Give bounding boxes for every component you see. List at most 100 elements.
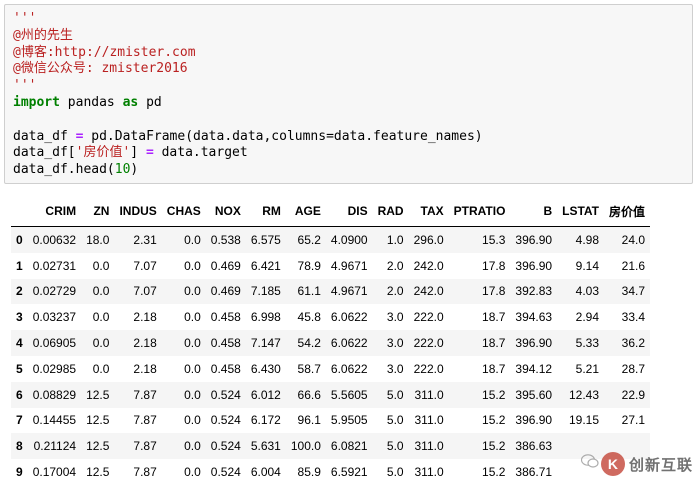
table-cell: 12.43 xyxy=(568,387,599,402)
table-cell: 27.1 xyxy=(621,413,646,428)
table-cell: 24.0 xyxy=(621,232,646,247)
table-cell: 5.0 xyxy=(386,413,404,428)
table-cell: 18.7 xyxy=(482,361,506,376)
code-line-head: data_df.head(10) xyxy=(13,162,692,179)
row-index: 6 xyxy=(16,387,23,402)
table-cell: 36.2 xyxy=(621,336,646,351)
table-cell: 242.0 xyxy=(413,258,444,273)
column-header: TAX xyxy=(408,196,449,227)
table-cell: 61.1 xyxy=(297,284,321,299)
table-cell: 2.0 xyxy=(386,284,404,299)
table-cell: 6.004 xyxy=(250,465,281,480)
code-cell-input[interactable]: ''' @州的先生 @博客:http://zmister.com @微信公众号:… xyxy=(4,4,693,184)
table-cell: 7.185 xyxy=(250,284,281,299)
code-string: '房价值' xyxy=(75,145,131,161)
table-cell: 311.0 xyxy=(414,439,444,454)
table-cell: 0.524 xyxy=(210,413,241,428)
cell-output: CRIM ZN INDUS CHAS NOX RM AGE DIS RAD TAX PTRATIO B… xyxy=(4,196,693,486)
table-cell: 15.2 xyxy=(482,439,506,454)
row-index: 7 xyxy=(16,413,23,428)
table-cell: 394.63 xyxy=(515,310,553,325)
table-cell: 222.0 xyxy=(413,361,444,376)
table-cell: 6.575 xyxy=(250,232,281,247)
code-line-3: @博客:http://zmister.com xyxy=(13,44,196,60)
table-cell: 0.02731 xyxy=(32,258,77,273)
table-cell: 0.469 xyxy=(210,284,241,299)
table-cell: 386.71 xyxy=(515,465,553,480)
table-cell: 0.524 xyxy=(210,465,241,480)
table-cell: 3.0 xyxy=(386,336,404,351)
table-cell: 12.5 xyxy=(86,465,110,480)
table-cell: 0.458 xyxy=(210,336,241,351)
table-row: 8 0.21124 12.5 7.87 0.0 0.524 5.631 100.0 6.0821… xyxy=(11,433,651,460)
table-row: 7 0.14455 12.5 7.87 0.0 0.524 6.172 96.1 5.9505 5… xyxy=(11,407,651,434)
table-cell: 5.631 xyxy=(250,439,281,454)
as-keyword: as xyxy=(122,94,139,110)
column-header: RAD xyxy=(372,196,409,227)
row-index: 2 xyxy=(16,284,23,299)
table-cell: 6.430 xyxy=(250,361,281,376)
code-line-1: ''' xyxy=(13,11,37,26)
table-cell: 386.63 xyxy=(515,439,553,454)
code-number: 10 xyxy=(114,162,131,178)
table-cell: 18.7 xyxy=(482,310,506,325)
table-cell: 0.14455 xyxy=(32,413,77,428)
index-header xyxy=(11,196,28,227)
table-cell: 5.0 xyxy=(386,387,404,402)
column-header: 房价值 xyxy=(604,196,651,227)
table-cell: 222.0 xyxy=(413,336,444,351)
assign-operator: = xyxy=(145,145,154,161)
table-cell: 0.08829 xyxy=(32,387,77,402)
table-cell: 0.0 xyxy=(184,310,201,325)
table-cell: 0.458 xyxy=(210,361,241,376)
table-cell: 311.0 xyxy=(414,413,444,428)
table-cell: 78.9 xyxy=(297,258,321,273)
table-cell: 0.0 xyxy=(92,258,110,273)
table-cell: 2.31 xyxy=(133,232,157,247)
table-cell: 7.07 xyxy=(133,284,157,299)
table-cell: 0.0 xyxy=(92,310,110,325)
code-line-dataframe: data_df = pd.DataFrame(data.data,columns… xyxy=(13,129,692,146)
table-cell: 5.0 xyxy=(386,439,404,454)
table-row: 4 0.06905 0.0 2.18 0.0 0.458 7.147 54.2 6.0622 3.… xyxy=(11,330,651,356)
table-cell: 396.90 xyxy=(515,232,553,247)
table-cell: 396.90 xyxy=(515,258,553,273)
code-text: data.target xyxy=(153,145,248,161)
column-header: CHAS xyxy=(161,196,206,227)
table-cell: 15.2 xyxy=(482,413,506,428)
table-cell: 0.0 xyxy=(184,336,201,351)
table-cell: 5.33 xyxy=(575,336,599,351)
watermark-text: 创新互联 xyxy=(628,456,693,474)
table-cell: 17.8 xyxy=(482,258,506,273)
table-cell: 1.0 xyxy=(386,232,404,247)
code-line-2: @州的先生 xyxy=(13,27,73,43)
table-cell: 0.0 xyxy=(184,439,201,454)
table-cell: 242.0 xyxy=(413,284,444,299)
table-cell: 396.90 xyxy=(515,413,553,428)
table-cell: 54.2 xyxy=(297,336,321,351)
code-text: data_df xyxy=(13,128,76,144)
table-cell: 7.87 xyxy=(133,387,157,402)
table-cell: 6.5921 xyxy=(330,465,368,480)
table-cell: 296.0 xyxy=(413,232,444,247)
table-cell: 2.18 xyxy=(133,310,157,325)
table-cell: 0.03237 xyxy=(32,310,77,325)
table-cell: 0.0 xyxy=(184,258,201,273)
row-index: 1 xyxy=(16,258,23,273)
column-header: DIS xyxy=(325,196,373,227)
table-cell: 0.00632 xyxy=(32,232,77,247)
table-cell: 0.469 xyxy=(210,258,241,273)
table-cell: 0.0 xyxy=(184,361,201,376)
code-text: ) xyxy=(130,162,139,178)
table-cell: 85.9 xyxy=(297,465,321,480)
table-cell: 0.0 xyxy=(184,284,201,299)
import-keyword: import xyxy=(13,94,60,110)
table-cell: 2.0 xyxy=(386,258,404,273)
table-cell: 4.03 xyxy=(575,284,599,299)
column-header: CRIM xyxy=(27,196,82,227)
table-cell: 58.7 xyxy=(297,361,321,376)
table-cell: 5.21 xyxy=(575,361,599,376)
table-cell: 3.0 xyxy=(386,310,404,325)
brand-logo-icon: K xyxy=(600,452,625,476)
table-cell: 0.0 xyxy=(92,361,110,376)
